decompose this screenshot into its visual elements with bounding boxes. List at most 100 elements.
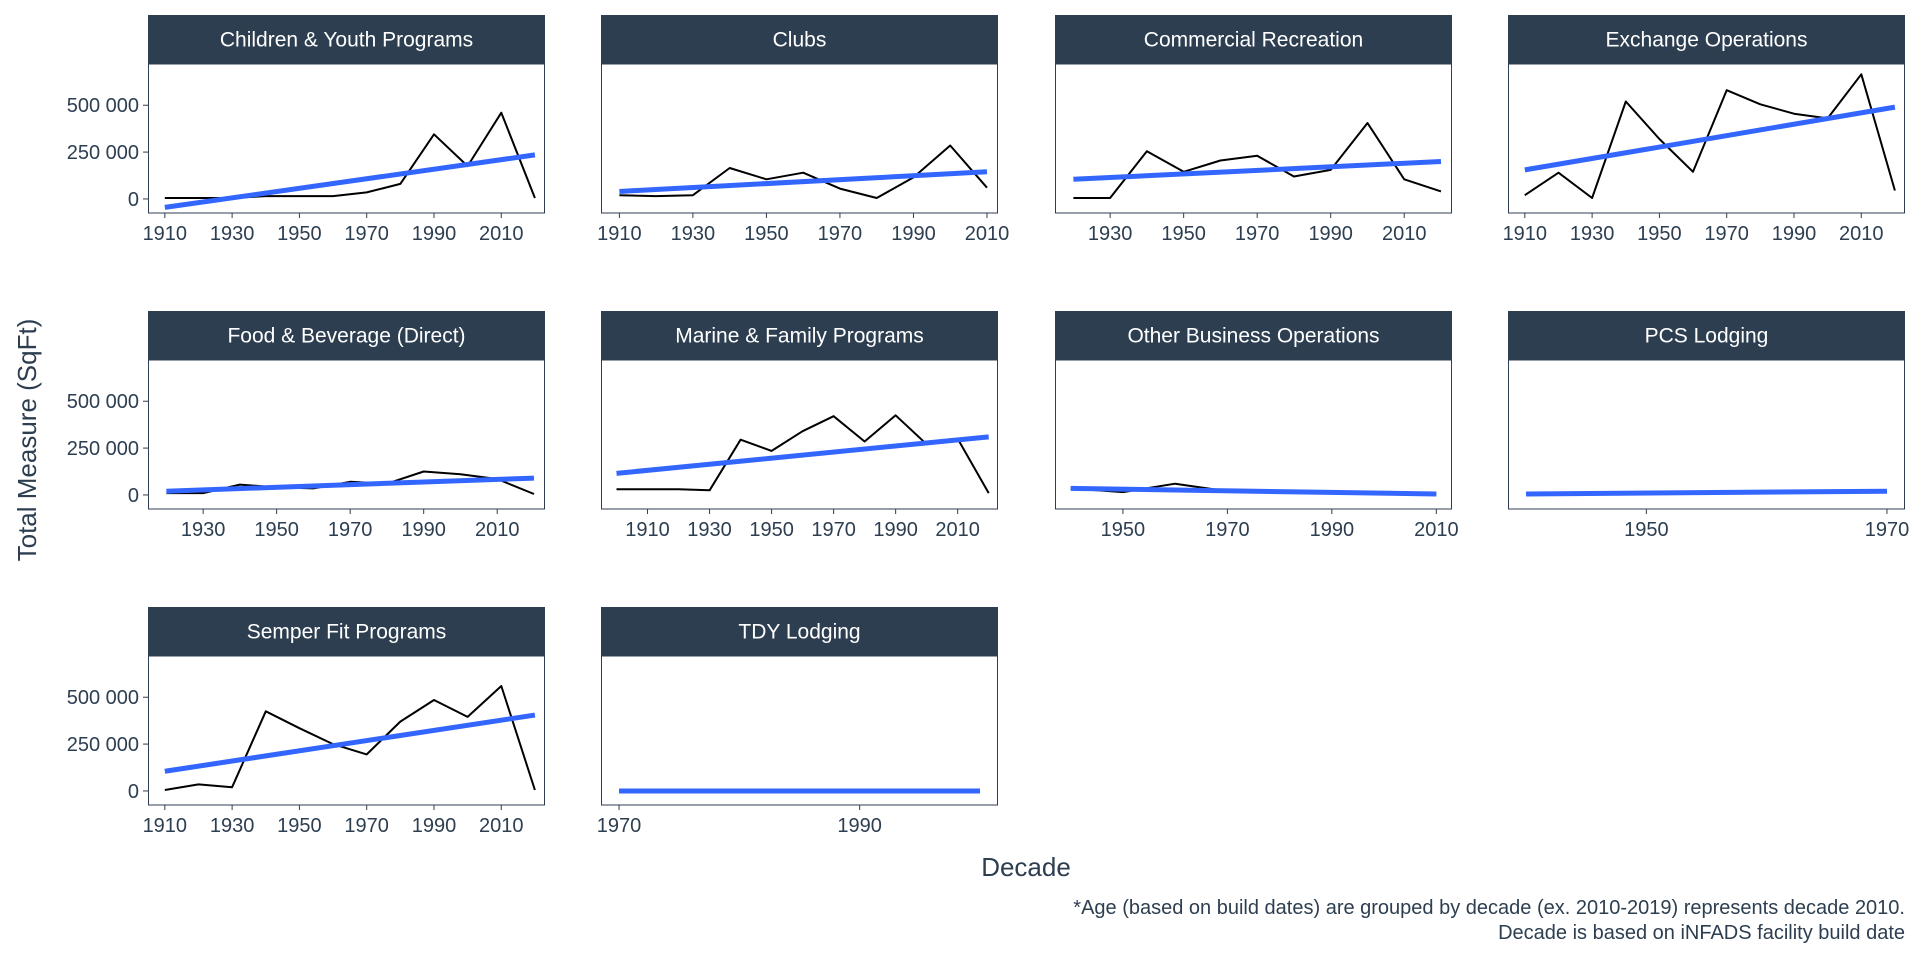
panel-exchange-operations: Exchange Operations 1910 1930 1950 1970 1990 2… (1503, 15, 1905, 245)
panel-other-business-operations: Other Business Operations 1950 1970 1990 201… (1055, 311, 1459, 541)
trend-line (164, 152, 536, 210)
x-tick-label: 1910 (625, 519, 670, 541)
series-line (1073, 122, 1442, 199)
x-tick-label: 1990 (891, 223, 936, 245)
x-tick-label: 1930 (1570, 223, 1615, 245)
x-tick-label: 1990 (1310, 519, 1355, 541)
x-tick-label: 2010 (479, 223, 524, 245)
x-tick-label: 1930 (671, 223, 716, 245)
x-tick-label: 1910 (1503, 223, 1548, 245)
x-tick-label: 1970 (818, 223, 863, 245)
facet-chart: Children & Youth Programs 1910 1930 1950 197… (12, 15, 1909, 882)
series-line (164, 685, 536, 791)
strip-label: Other Business Operations (1127, 325, 1379, 348)
x-tick-label: 1970 (1704, 223, 1749, 245)
x-tick-label: 2010 (1414, 519, 1459, 541)
x-tick-label: 1950 (749, 519, 794, 541)
panel-marine-and-family-programs: Marine & Family Programs 1910 1930 1950 1970… (601, 311, 998, 541)
x-tick-label: 2010 (1382, 223, 1427, 245)
x-tick-label: 2010 (935, 519, 980, 541)
facet-panels: Children & Youth Programs 1910 1930 1950 197… (67, 15, 1909, 837)
trend-line (1073, 158, 1442, 182)
y-tick-label: 0 (128, 189, 139, 211)
x-tick-label: 1970 (344, 815, 389, 837)
panel-commercial-recreation: Commercial Recreation 1930 1950 1970 1990 201… (1055, 15, 1452, 245)
y-tick-label: 500 000 (67, 95, 139, 117)
x-tick-label: 1910 (597, 223, 642, 245)
x-tick-label: 1950 (1624, 519, 1669, 541)
x-tick-label: 1970 (597, 815, 642, 837)
strip-label: Exchange Operations (1606, 29, 1808, 52)
x-tick-label: 1990 (873, 519, 918, 541)
strip-label: Semper Fit Programs (247, 621, 447, 644)
y-axis-title: Total Measure (SqFt) (12, 319, 42, 562)
x-tick-label: 1950 (1101, 519, 1146, 541)
panel-border (601, 359, 998, 510)
x-axis-title: Decade (981, 852, 1071, 882)
x-tick-label: 1950 (277, 223, 322, 245)
panel-border (601, 655, 998, 806)
trend-line (1070, 485, 1437, 497)
y-tick-label: 500 000 (67, 391, 139, 413)
trend-line (164, 712, 536, 774)
x-tick-label: 1990 (1772, 223, 1817, 245)
y-tick-label: 250 000 (67, 142, 139, 164)
series-line (164, 111, 536, 199)
x-tick-label: 2010 (1839, 223, 1884, 245)
x-tick-label: 1990 (401, 519, 446, 541)
x-tick-label: 1950 (254, 519, 299, 541)
caption-line-2: Decade is based on iNFADS facility build… (1498, 922, 1905, 944)
panel-children-and-youth-programs: Children & Youth Programs 1910 1930 1950 197… (67, 15, 545, 245)
panel-border (148, 655, 545, 806)
x-tick-label: 1990 (837, 815, 882, 837)
panel-food-and-beverage-direct: Food & Beverage (Direct) 1930 1950 1970 1990… (67, 311, 545, 541)
x-tick-label: 1970 (1205, 519, 1250, 541)
x-tick-label: 1990 (412, 223, 457, 245)
x-tick-label: 1970 (811, 519, 856, 541)
strip-label: Children & Youth Programs (220, 29, 473, 52)
x-tick-label: 1930 (210, 815, 255, 837)
y-tick-label: 250 000 (67, 734, 139, 756)
trend-line (1524, 104, 1896, 173)
x-tick-label: 2010 (965, 223, 1010, 245)
trend-line (616, 434, 989, 476)
y-tick-label: 0 (128, 485, 139, 507)
x-tick-label: 1970 (1235, 223, 1280, 245)
x-tick-label: 2010 (475, 519, 520, 541)
trend-line (1526, 488, 1887, 497)
strip-label: Marine & Family Programs (675, 325, 924, 348)
trend-line (166, 475, 535, 494)
strip-label: Commercial Recreation (1144, 29, 1363, 52)
y-tick-label: 250 000 (67, 438, 139, 460)
x-tick-label: 1950 (744, 223, 789, 245)
x-tick-label: 1950 (1637, 223, 1682, 245)
panel-border (1508, 359, 1905, 510)
x-tick-label: 1930 (687, 519, 732, 541)
panel-tdy-lodging: TDY Lodging 1970 1990 (597, 607, 998, 837)
x-tick-label: 1930 (210, 223, 255, 245)
strip-label: Food & Beverage (Direct) (227, 325, 465, 348)
x-tick-label: 1910 (143, 815, 188, 837)
panel-semper-fit-programs: Semper Fit Programs 1910 1930 1950 1970 1990 2… (67, 607, 545, 837)
x-tick-label: 1950 (1161, 223, 1206, 245)
x-tick-label: 1970 (344, 223, 389, 245)
x-tick-label: 1970 (1865, 519, 1910, 541)
x-tick-label: 1990 (412, 815, 457, 837)
strip-label: PCS Lodging (1645, 325, 1769, 348)
x-tick-label: 1970 (328, 519, 373, 541)
trend-line (619, 169, 988, 194)
strip-label: Clubs (773, 29, 827, 52)
y-tick-label: 500 000 (67, 687, 139, 709)
caption-line-1: *Age (based on build dates) are grouped … (1073, 897, 1905, 919)
strip-label: TDY Lodging (738, 621, 860, 644)
x-tick-label: 1950 (277, 815, 322, 837)
panel-clubs: Clubs 1910 1930 1950 1970 1990 2010 (597, 15, 1009, 245)
panel-pcs-lodging: PCS Lodging 1950 1970 (1508, 311, 1909, 541)
x-tick-label: 1990 (1308, 223, 1353, 245)
x-tick-label: 1930 (181, 519, 226, 541)
x-tick-label: 1930 (1088, 223, 1133, 245)
x-tick-label: 2010 (479, 815, 524, 837)
caption: *Age (based on build dates) are grouped … (505, 896, 1905, 946)
y-tick-label: 0 (128, 781, 139, 803)
x-tick-label: 1910 (143, 223, 188, 245)
